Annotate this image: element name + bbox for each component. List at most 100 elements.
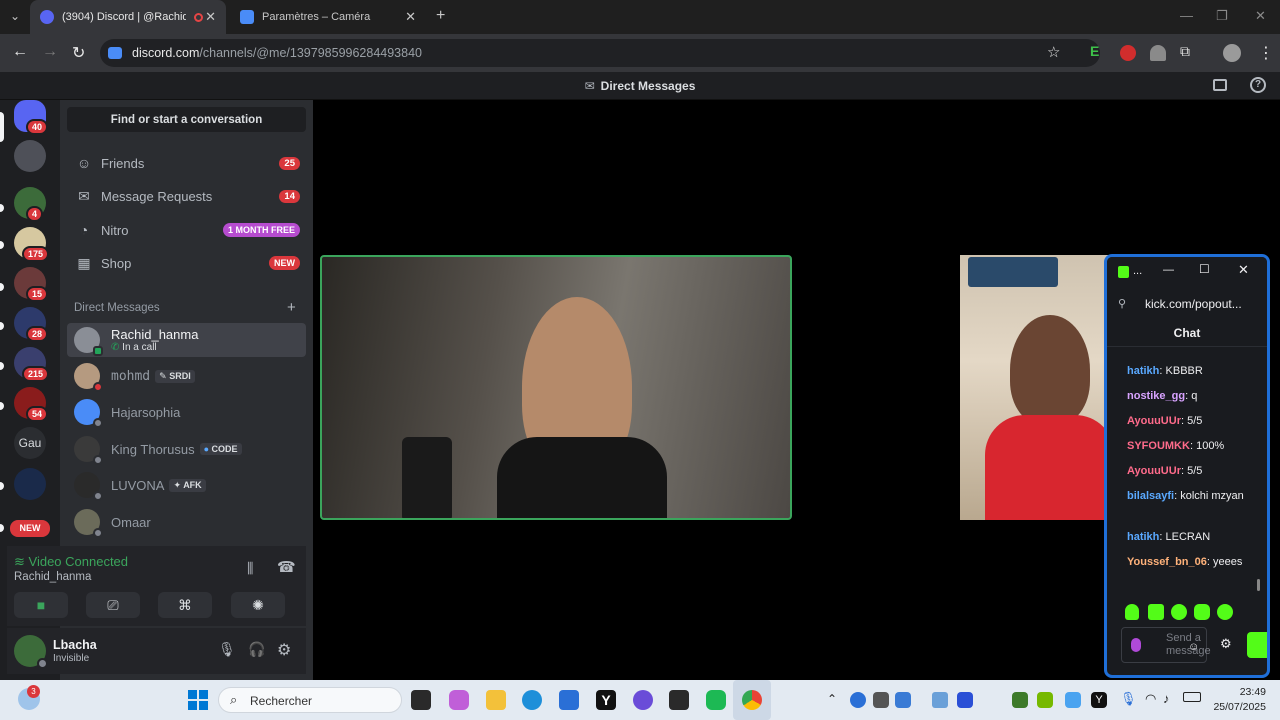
windows-start-icon[interactable] [188, 690, 208, 710]
extension-e-icon[interactable]: E [1090, 43, 1106, 59]
reload-icon[interactable]: ↻ [72, 43, 85, 63]
new-tab-icon[interactable]: + [436, 7, 445, 25]
copilot-icon[interactable] [449, 690, 469, 710]
extensions-puzzle-icon[interactable]: ⧉ [1180, 43, 1190, 60]
show-hidden-icons-icon[interactable]: ⌃ [827, 692, 837, 706]
maximize-icon[interactable]: ☐ [1199, 262, 1210, 276]
chat-user[interactable]: bilalsayfi [1127, 490, 1174, 502]
back-icon[interactable]: ← [12, 43, 28, 61]
game-app-icon[interactable] [706, 690, 726, 710]
settings-gear-icon[interactable]: ⚙ [277, 640, 291, 660]
tray-app-icon[interactable] [873, 692, 889, 708]
chrome-icon[interactable] [742, 690, 762, 710]
camera-in-use-icon[interactable] [108, 47, 122, 59]
create-dm-icon[interactable]: + [287, 299, 296, 316]
tray-discord-icon[interactable] [895, 692, 911, 708]
close-tab-icon[interactable]: ✕ [205, 9, 216, 25]
tray-sync-icon[interactable] [850, 692, 866, 708]
edge-icon[interactable] [522, 690, 542, 710]
tray-app-icon[interactable] [932, 692, 948, 708]
taskbar-search[interactable]: ⌕ Rechercher [218, 687, 402, 713]
tab-discord[interactable]: (3904) Discord | @Rachid_h ✕ [30, 0, 226, 34]
emote-skull-icon[interactable] [1171, 604, 1187, 620]
file-explorer-icon[interactable] [486, 690, 506, 710]
dm-item-mohmd[interactable]: mohmd ✎ SRDI [67, 359, 306, 393]
microphone-icon[interactable]: 🎙 [218, 641, 236, 658]
send-chat-button[interactable] [1247, 632, 1267, 658]
activity-button[interactable]: ⌘ [158, 592, 212, 618]
new-servers-badge[interactable]: NEW [10, 520, 50, 537]
obs-icon[interactable] [633, 690, 653, 710]
chat-user[interactable]: AyouuUUr [1127, 415, 1181, 427]
emote-eyes-icon[interactable] [1217, 604, 1233, 620]
extension-helmet-icon[interactable] [1150, 45, 1166, 61]
microphone-icon[interactable] [1131, 638, 1141, 652]
wifi-icon[interactable]: ◠ [1145, 691, 1156, 707]
nav-friends[interactable]: ☺ Friends 25 [67, 148, 306, 178]
dm-item-hajarsophia[interactable]: Hajarsophia [67, 395, 306, 429]
server-icon[interactable] [14, 468, 46, 500]
volume-icon[interactable]: ♪ [1163, 691, 1170, 706]
tab-list-icon[interactable]: ⌄ [10, 9, 20, 23]
dm-item-omaar[interactable]: Omaar [67, 505, 306, 539]
inbox-icon[interactable] [1213, 79, 1227, 91]
dm-item-luvona[interactable]: LUVONA ✦ AFK [67, 468, 306, 502]
chat-user[interactable]: SYFOUMKK [1127, 440, 1190, 452]
chat-user[interactable]: hatikh [1127, 531, 1159, 543]
nav-nitro[interactable]: ◔ Nitro 1 MONTH FREE [67, 215, 306, 245]
close-tab-icon[interactable]: ✕ [405, 9, 416, 25]
site-info-icon[interactable]: ⚲ [1118, 297, 1126, 310]
yahoo-app-icon[interactable]: Y [1091, 692, 1107, 708]
minimize-icon[interactable]: — [1180, 8, 1193, 23]
headphones-icon[interactable]: 🎧 [248, 641, 265, 658]
restore-icon[interactable]: ❐ [1216, 8, 1228, 24]
server-gau[interactable]: Gau [14, 427, 46, 459]
nav-shop[interactable]: ▦ Shop NEW [67, 248, 306, 278]
microphone-tray-icon[interactable]: 🎙 [1120, 691, 1137, 707]
server-icon[interactable] [14, 140, 46, 172]
emote-smile-icon[interactable] [1194, 604, 1210, 620]
store-icon[interactable] [559, 690, 579, 710]
extension-red-icon[interactable] [1120, 45, 1136, 61]
bookmark-star-icon[interactable]: ☆ [1047, 43, 1060, 61]
close-window-icon[interactable]: ✕ [1255, 8, 1266, 24]
tab-camera-settings[interactable]: Paramètres – Caméra ✕ [230, 0, 426, 34]
clock-date[interactable]: 25/07/2025 [1210, 701, 1266, 713]
chat-user[interactable]: nostike_gg [1127, 390, 1185, 402]
chat-tab[interactable]: Chat [1107, 319, 1267, 347]
disconnect-icon[interactable]: ☎ [277, 558, 296, 576]
chat-user[interactable]: AyouuUUr [1127, 465, 1181, 477]
camera-button[interactable]: ■ [14, 592, 68, 618]
video-tile-speaking[interactable] [320, 255, 792, 520]
tray-app-icon[interactable] [957, 692, 973, 708]
chat-user[interactable]: Youssef_bn_06 [1127, 556, 1207, 568]
screenshare-button[interactable]: ⎚ [86, 592, 140, 618]
profile-avatar[interactable] [1223, 44, 1241, 62]
address-bar[interactable]: discord.com/channels/@me/139798599628449… [100, 39, 1100, 67]
tray-app-icon[interactable] [1012, 692, 1028, 708]
dm-item-rachid[interactable]: Rachid_hanma ✆ In a call [67, 323, 306, 357]
help-icon[interactable]: ? [1250, 77, 1266, 93]
yahoo-app-icon[interactable]: Y [596, 690, 616, 710]
video-tile-webcam[interactable] [960, 255, 1110, 520]
menu-kebab-icon[interactable]: ⋮ [1258, 43, 1274, 63]
emote-ghost-icon[interactable] [1125, 604, 1139, 620]
emoji-icon[interactable]: ☺ [1188, 641, 1199, 653]
dm-item-king-thorusus[interactable]: King Thorusus ● CODE [67, 432, 306, 466]
clock-time[interactable]: 23:49 [1226, 686, 1266, 698]
task-view-icon[interactable] [411, 690, 431, 710]
kick-app-icon[interactable] [669, 690, 689, 710]
find-conversation-button[interactable]: Find or start a conversation [67, 107, 306, 132]
emote-face-icon[interactable] [1148, 604, 1164, 620]
battery-icon[interactable] [1183, 692, 1201, 702]
chat-input[interactable]: Send a message ☺ [1121, 627, 1211, 663]
nav-message-requests[interactable]: ✉ Message Requests 14 [67, 181, 306, 211]
chat-user[interactable]: hatikh [1127, 365, 1159, 377]
close-icon[interactable]: ✕ [1238, 262, 1249, 278]
chat-scrollbar[interactable] [1257, 579, 1260, 591]
forward-icon[interactable]: → [42, 43, 58, 61]
noise-suppression-icon[interactable]: ⫼ [247, 560, 253, 577]
soundboard-button[interactable]: ✺ [231, 592, 285, 618]
avatar[interactable] [14, 635, 48, 669]
nvidia-icon[interactable] [1037, 692, 1053, 708]
